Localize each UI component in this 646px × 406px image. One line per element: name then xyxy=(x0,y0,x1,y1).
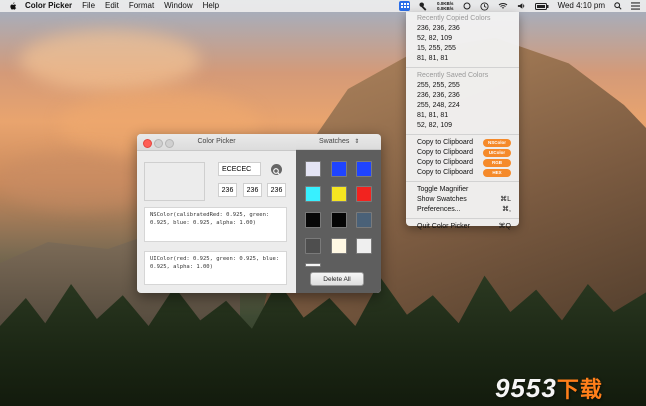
swatches-dropdown[interactable]: Swatches ⇕ xyxy=(296,134,381,150)
copy-label: Copy to Clipboard xyxy=(417,149,474,156)
color-picker-window: Color Picker ECECEC 236 236 236 NSColor(… xyxy=(137,134,381,293)
preferences-shortcut: ⌘, xyxy=(502,206,511,213)
clock[interactable]: Wed 4:10 pm xyxy=(558,0,605,12)
apple-icon[interactable] xyxy=(9,1,17,11)
menu-separator xyxy=(406,67,519,68)
watermark-logo: 9553下载 xyxy=(495,372,603,404)
quit-label: Quit Color Picker xyxy=(417,223,470,230)
quit-shortcut: ⌘Q xyxy=(498,223,511,230)
color-picker-status-menu: Recently Copied Colors 236, 236, 236 52,… xyxy=(406,12,519,230)
hex-input[interactable]: ECECEC xyxy=(218,162,261,176)
copy-rgb-item[interactable]: Copy to Clipboard RGB xyxy=(406,158,519,168)
magnifier-button[interactable] xyxy=(271,164,282,175)
copy-uicolor-item[interactable]: Copy to Clipboard UIColor xyxy=(406,148,519,158)
recent-copied-color[interactable]: 52, 82, 109 xyxy=(406,34,519,44)
swatches-label: Swatches xyxy=(319,138,350,145)
red-field[interactable]: 236 xyxy=(218,183,237,197)
copy-nscolor-item[interactable]: Copy to Clipboard NSColor xyxy=(406,138,519,148)
recent-copied-color[interactable]: 236, 236, 236 xyxy=(406,24,519,34)
recently-copied-header: Recently Copied Colors xyxy=(417,15,491,22)
copy-hex-item[interactable]: Copy to Clipboard HEX xyxy=(406,168,519,178)
recent-saved-color[interactable]: 255, 248, 224 xyxy=(406,101,519,111)
color-picker-status-icon[interactable] xyxy=(399,1,411,11)
recent-saved-color[interactable]: 81, 81, 81 xyxy=(406,111,519,121)
wifi-icon[interactable] xyxy=(498,2,508,10)
menu-bar: Color Picker File Edit Format Window Hel… xyxy=(0,0,646,12)
color-swatch[interactable] xyxy=(305,186,321,202)
blue-field[interactable]: 236 xyxy=(267,183,286,197)
hex-badge: HEX xyxy=(483,169,511,177)
color-swatch[interactable] xyxy=(356,186,372,202)
volume-icon[interactable] xyxy=(517,2,526,10)
key-icon[interactable] xyxy=(419,1,428,11)
window-titlebar[interactable]: Color Picker xyxy=(137,134,296,151)
toggle-magnifier-item[interactable]: Toggle Magnifier xyxy=(406,185,519,195)
uicolor-code[interactable]: UIColor(red: 0.925, green: 0.925, blue: … xyxy=(144,251,287,285)
recent-copied-color[interactable]: 15, 255, 255 xyxy=(406,44,519,54)
battery-icon[interactable] xyxy=(534,2,549,10)
chevron-updown-icon: ⇕ xyxy=(354,139,360,145)
watermark-digits: 9553 xyxy=(495,373,557,403)
notification-list-icon[interactable] xyxy=(631,2,640,10)
color-swatch[interactable] xyxy=(305,263,321,267)
show-swatches-item[interactable]: Show Swatches ⌘L xyxy=(406,195,519,205)
show-swatches-shortcut: ⌘L xyxy=(500,196,511,203)
uicolor-badge: UIColor xyxy=(483,149,511,157)
window-title: Color Picker xyxy=(197,138,236,145)
network-speed: 0.0KB/s 0.0KB/s xyxy=(437,1,454,11)
search-icon[interactable] xyxy=(614,2,622,10)
menu-window[interactable]: Window xyxy=(164,0,192,12)
color-swatch[interactable] xyxy=(356,238,372,254)
circle-icon[interactable] xyxy=(463,2,471,10)
rgb-badge: RGB xyxy=(483,159,511,167)
color-swatch[interactable] xyxy=(305,238,321,254)
recent-copied-color[interactable]: 81, 81, 81 xyxy=(406,54,519,64)
net-download: 0.0KB/s xyxy=(437,6,454,11)
color-swatch[interactable] xyxy=(331,212,347,228)
timemachine-icon[interactable] xyxy=(480,1,489,11)
recently-saved-header: Recently Saved Colors xyxy=(417,72,489,79)
color-swatch[interactable] xyxy=(305,212,321,228)
swatches-panel: Swatches ⇕ Delete All xyxy=(296,134,381,293)
menu-app-name[interactable]: Color Picker xyxy=(25,0,72,12)
recent-saved-color[interactable]: 52, 82, 109 xyxy=(406,121,519,131)
nscolor-code[interactable]: NSColor(calibratedRed: 0.925, green: 0.9… xyxy=(144,207,287,242)
recent-saved-color[interactable]: 236, 236, 236 xyxy=(406,91,519,101)
green-field[interactable]: 236 xyxy=(243,183,262,197)
delete-all-button[interactable]: Delete All xyxy=(310,272,364,286)
copy-label: Copy to Clipboard xyxy=(417,159,474,166)
copy-label: Copy to Clipboard xyxy=(417,169,474,176)
watermark-cn: 下载 xyxy=(556,377,603,402)
color-swatch[interactable] xyxy=(305,161,321,177)
recent-saved-color[interactable]: 255, 255, 255 xyxy=(406,81,519,91)
color-swatch[interactable] xyxy=(331,186,347,202)
preferences-item[interactable]: Preferences... ⌘, xyxy=(406,205,519,215)
color-swatch[interactable] xyxy=(356,161,372,177)
show-swatches-label: Show Swatches xyxy=(417,196,467,203)
color-swatch[interactable] xyxy=(331,238,347,254)
menu-file[interactable]: File xyxy=(82,0,95,12)
magnifier-icon xyxy=(273,168,280,175)
menu-separator xyxy=(406,181,519,182)
menu-format[interactable]: Format xyxy=(129,0,154,12)
preferences-label: Preferences... xyxy=(417,206,461,213)
menu-separator xyxy=(406,218,519,219)
menu-edit[interactable]: Edit xyxy=(105,0,119,12)
nscolor-badge: NSColor xyxy=(483,139,511,147)
color-preview xyxy=(144,162,205,201)
menu-help[interactable]: Help xyxy=(203,0,219,12)
menu-separator xyxy=(406,134,519,135)
quit-item[interactable]: Quit Color Picker ⌘Q xyxy=(406,222,519,232)
color-swatch[interactable] xyxy=(356,212,372,228)
copy-label: Copy to Clipboard xyxy=(417,139,474,146)
color-swatch[interactable] xyxy=(331,161,347,177)
